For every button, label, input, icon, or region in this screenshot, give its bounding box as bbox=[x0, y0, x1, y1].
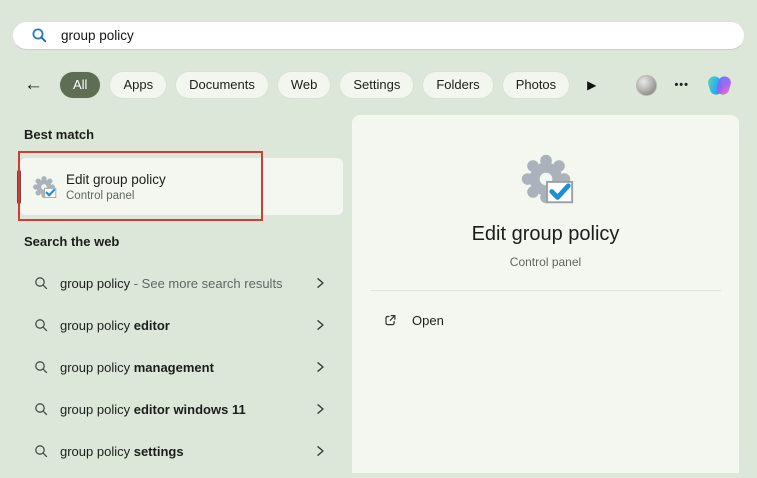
chevron-right-icon[interactable] bbox=[314, 361, 326, 373]
ellipsis-menu-icon[interactable]: ••• bbox=[674, 79, 689, 91]
suggestion-bold: editor windows 11 bbox=[130, 401, 246, 417]
web-suggestion-row[interactable]: group policy - See more search results bbox=[20, 268, 332, 298]
tab-all[interactable]: All bbox=[60, 72, 101, 98]
best-match-subtitle: Control panel bbox=[66, 189, 135, 202]
chevron-right-icon[interactable] bbox=[314, 319, 326, 331]
web-suggestion-row[interactable]: group policy settings bbox=[20, 436, 332, 466]
chevron-right-icon[interactable] bbox=[314, 445, 326, 457]
best-match-title: Edit group policy bbox=[66, 171, 166, 187]
preview-title: Edit group policy bbox=[471, 223, 620, 245]
tab-settings[interactable]: Settings bbox=[340, 72, 414, 98]
open-external-icon bbox=[382, 312, 398, 328]
suggestion-text: group policy bbox=[60, 359, 131, 375]
web-suggestion-row[interactable]: group policy editor windows 11 bbox=[20, 394, 332, 424]
best-match-header: Best match bbox=[24, 127, 95, 142]
suggestion-bold: settings bbox=[130, 443, 184, 459]
open-action[interactable]: Open bbox=[362, 303, 729, 337]
search-icon bbox=[34, 318, 48, 332]
chevron-right-icon[interactable] bbox=[314, 403, 326, 415]
results-column: Best match Edit group policy Control pan… bbox=[0, 115, 352, 473]
search-icon bbox=[34, 402, 48, 416]
preview-subtitle: Control panel bbox=[509, 255, 582, 269]
divider bbox=[370, 290, 721, 291]
selection-indicator-bar bbox=[17, 170, 21, 204]
web-suggestions-list: group policy - See more search results g… bbox=[20, 268, 332, 478]
tab-folders[interactable]: Folders bbox=[423, 72, 493, 98]
web-suggestion-row[interactable]: group policy editor bbox=[20, 310, 332, 340]
suggestion-bold: management bbox=[130, 359, 214, 375]
search-icon bbox=[34, 360, 48, 374]
open-label: Open bbox=[412, 312, 444, 328]
search-the-web-header: Search the web bbox=[24, 234, 120, 249]
tab-web[interactable]: Web bbox=[277, 72, 331, 98]
tab-apps[interactable]: Apps bbox=[110, 72, 167, 98]
back-arrow-icon[interactable]: ← bbox=[24, 70, 48, 100]
user-avatar[interactable] bbox=[636, 74, 658, 96]
search-icon bbox=[34, 276, 48, 290]
search-icon bbox=[31, 27, 48, 44]
suggestion-text: group policy bbox=[60, 317, 131, 333]
suggestion-suffix: - See more search results bbox=[130, 275, 283, 291]
search-bar[interactable] bbox=[12, 21, 745, 50]
tab-documents[interactable]: Documents bbox=[176, 72, 268, 98]
suggestion-text: group policy bbox=[60, 443, 131, 459]
chevron-right-icon[interactable] bbox=[314, 277, 326, 289]
suggestion-text: group policy bbox=[60, 401, 131, 417]
tab-photos[interactable]: Photos bbox=[502, 72, 570, 98]
best-match-item[interactable]: Edit group policy Control panel bbox=[20, 158, 343, 215]
more-filters-icon[interactable]: ▶ bbox=[587, 78, 596, 92]
gear-check-icon bbox=[515, 148, 577, 210]
web-suggestion-row[interactable]: group policy management bbox=[20, 352, 332, 382]
suggestion-bold: editor bbox=[130, 317, 170, 333]
copilot-icon[interactable] bbox=[706, 72, 733, 99]
preview-panel: Edit group policy Control panel Open bbox=[352, 115, 739, 473]
search-icon bbox=[34, 444, 48, 458]
search-input[interactable] bbox=[61, 28, 744, 43]
gear-check-icon bbox=[31, 174, 57, 199]
filter-tabs-row: ← All Apps Documents Web Settings Folder… bbox=[0, 70, 757, 100]
suggestion-text: group policy bbox=[60, 275, 131, 291]
